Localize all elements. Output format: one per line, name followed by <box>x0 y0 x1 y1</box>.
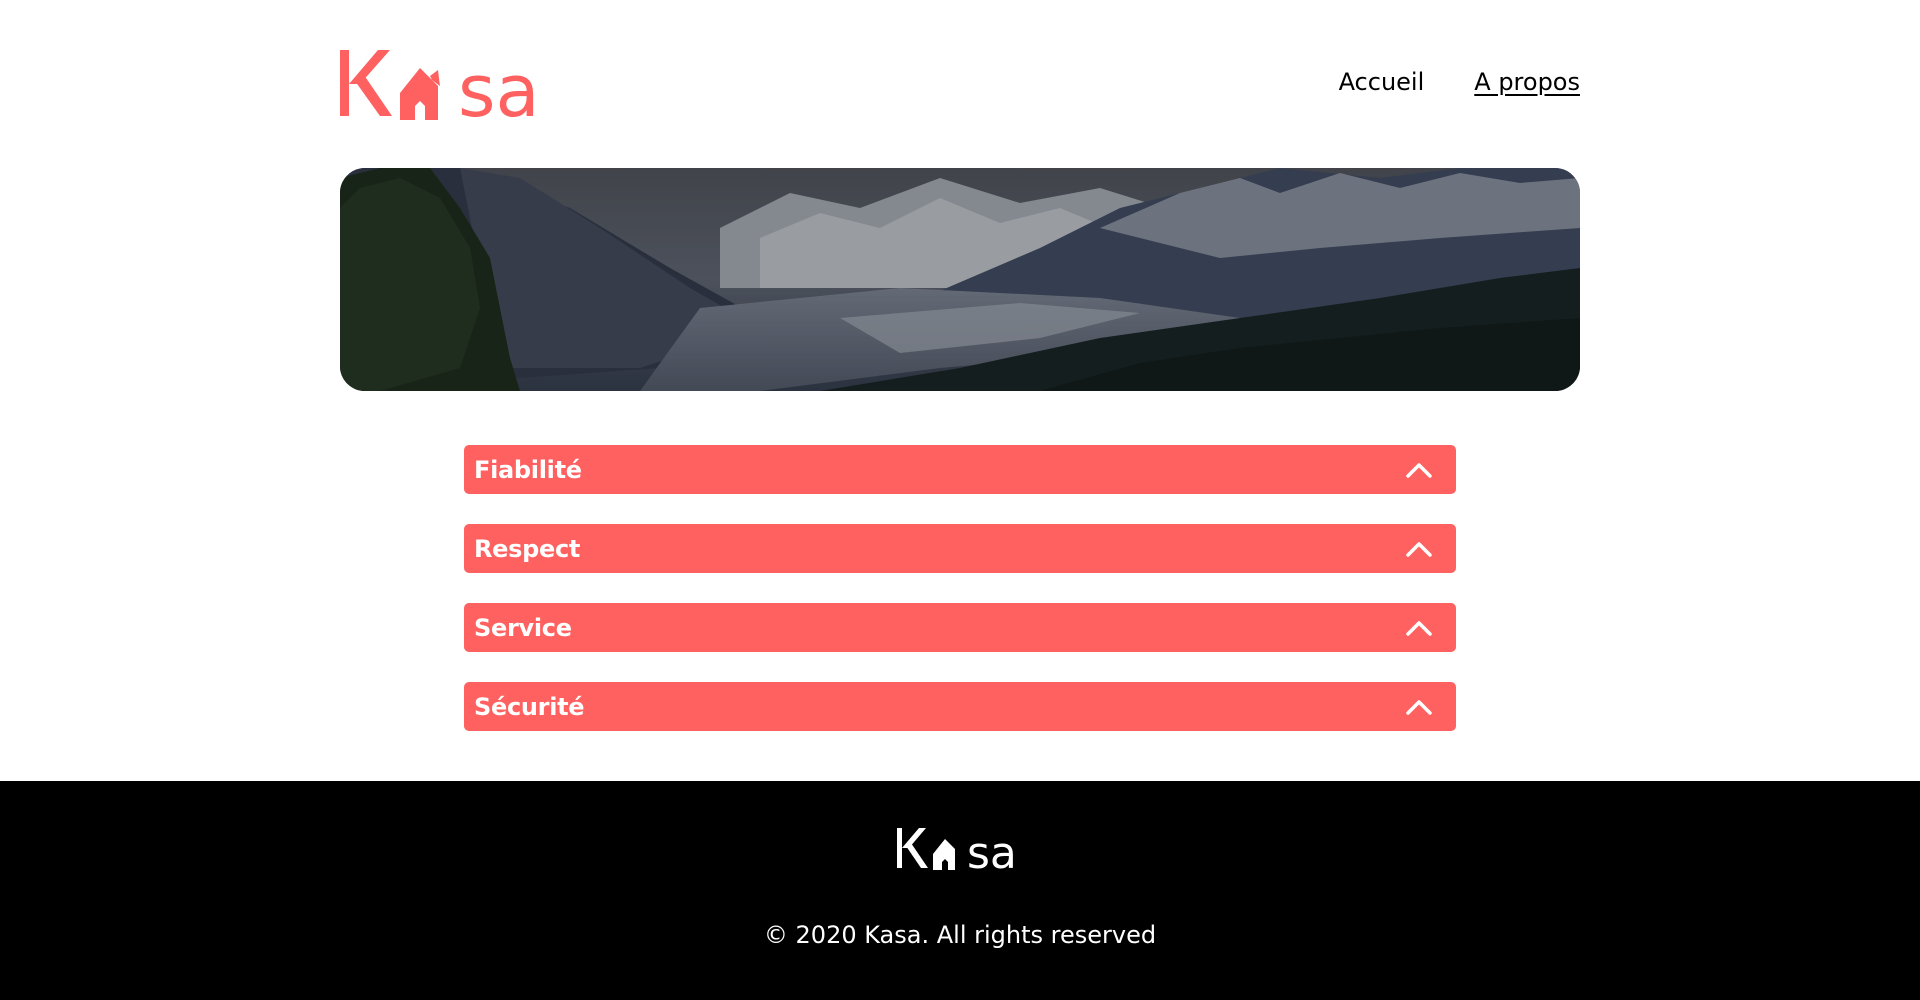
accordion-item-fiabilite[interactable]: Fiabilité <box>464 445 1456 494</box>
page: sa Accueil A propos Fiabilité Respect Se… <box>0 0 1920 1000</box>
footer: sa © 2020 Kasa. All rights reserved <box>0 781 1920 1000</box>
main-nav: Accueil A propos <box>1339 68 1580 96</box>
chevron-up-icon[interactable] <box>1406 620 1432 636</box>
accordion-item-service[interactable]: Service <box>464 603 1456 652</box>
kasa-logo-icon: sa <box>897 828 1017 879</box>
kasa-logo[interactable]: sa <box>340 48 552 120</box>
accordion-title: Sécurité <box>474 692 585 721</box>
chevron-up-icon[interactable] <box>1406 699 1432 715</box>
accordion-title: Fiabilité <box>474 455 582 484</box>
chevron-up-icon[interactable] <box>1406 462 1432 478</box>
accordion-title: Service <box>474 613 572 642</box>
footer-logo-letters: sa <box>967 828 1017 872</box>
accordion-item-respect[interactable]: Respect <box>464 524 1456 573</box>
values-accordion: Fiabilité Respect Service Sécurité <box>464 445 1456 761</box>
nav-link-a-propos[interactable]: A propos <box>1474 68 1580 96</box>
accordion-item-securite[interactable]: Sécurité <box>464 682 1456 731</box>
footer-logo: sa <box>897 826 1023 879</box>
header: sa Accueil A propos <box>340 48 1580 120</box>
logo-letters: sa <box>458 49 540 120</box>
accordion-title: Respect <box>474 534 581 563</box>
copyright-text: © 2020 Kasa. All rights reserved <box>763 921 1157 949</box>
kasa-logo-icon: sa <box>340 49 540 120</box>
banner-image <box>340 168 1580 391</box>
nav-link-accueil[interactable]: Accueil <box>1339 68 1425 96</box>
chevron-up-icon[interactable] <box>1406 541 1432 557</box>
